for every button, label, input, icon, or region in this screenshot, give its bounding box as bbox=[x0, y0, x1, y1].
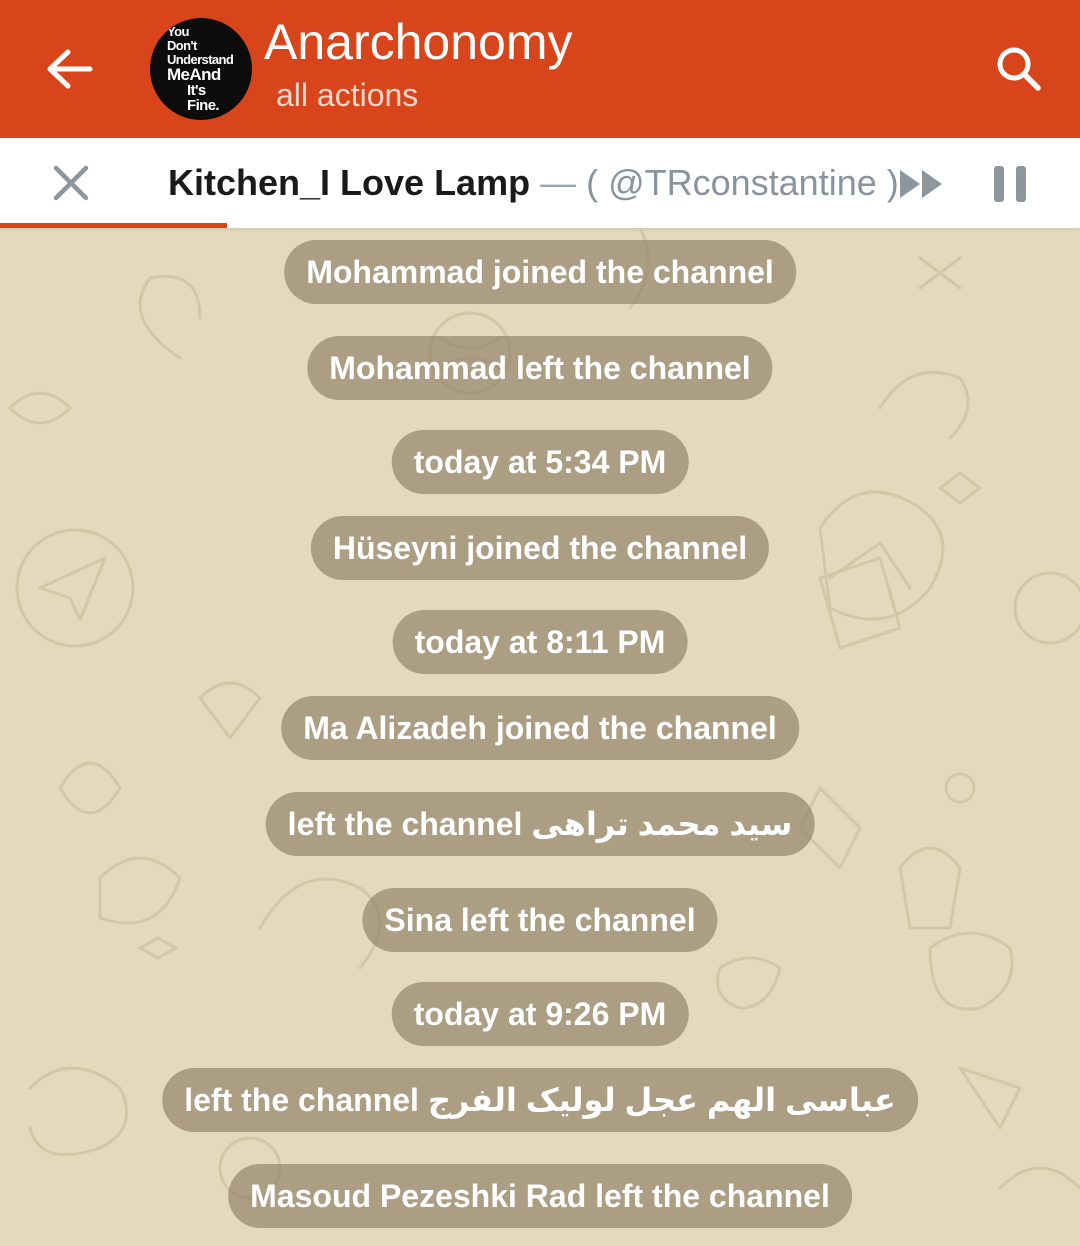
audio-player-bar[interactable]: Kitchen_I Love Lamp — ( @TRconstantine ) bbox=[0, 138, 1080, 228]
service-message[interactable]: Mohammad left the channel bbox=[307, 336, 773, 400]
pause-icon[interactable] bbox=[990, 162, 1032, 206]
track-title: Kitchen_I Love Lamp bbox=[168, 162, 531, 203]
track-info[interactable]: Kitchen_I Love Lamp — ( @TRconstantine ) bbox=[168, 160, 899, 206]
service-message[interactable]: left the channel سید محمد تراهی bbox=[265, 792, 815, 856]
date-separator: today at 5:34 PM bbox=[391, 430, 689, 494]
channel-avatar[interactable]: You Don't Understand MeAnd It's Fine. bbox=[150, 18, 252, 120]
chat-area[interactable]: Mohammad joined the channel Mohammad lef… bbox=[0, 228, 1080, 1246]
track-separator: — bbox=[530, 162, 587, 203]
service-message[interactable]: Mohammad joined the channel bbox=[284, 240, 796, 304]
close-icon[interactable] bbox=[48, 160, 94, 206]
back-arrow-icon[interactable] bbox=[38, 38, 102, 102]
service-message[interactable]: left the channel عباسی الهم عجل لولیک ال… bbox=[162, 1068, 918, 1132]
avatar-logo-text: You Don't Understand MeAnd It's Fine. bbox=[167, 24, 234, 114]
service-message[interactable]: Sina left the channel bbox=[362, 888, 718, 952]
service-message[interactable]: Hüseyni joined the channel bbox=[310, 516, 770, 580]
fast-forward-icon[interactable] bbox=[898, 164, 946, 204]
channel-title[interactable]: Anarchonomy bbox=[264, 12, 573, 72]
date-separator: today at 9:26 PM bbox=[391, 982, 689, 1046]
app-header: You Don't Understand MeAnd It's Fine. An… bbox=[0, 0, 1080, 138]
search-icon[interactable] bbox=[990, 40, 1050, 100]
service-message[interactable]: Ma Alizadeh joined the channel bbox=[281, 696, 799, 760]
service-message[interactable]: Masoud Pezeshki Rad left the channel bbox=[228, 1164, 852, 1228]
channel-subtitle: all actions bbox=[276, 77, 419, 113]
track-artist: ( @TRconstantine ) bbox=[586, 162, 899, 203]
date-separator: today at 8:11 PM bbox=[392, 610, 688, 674]
